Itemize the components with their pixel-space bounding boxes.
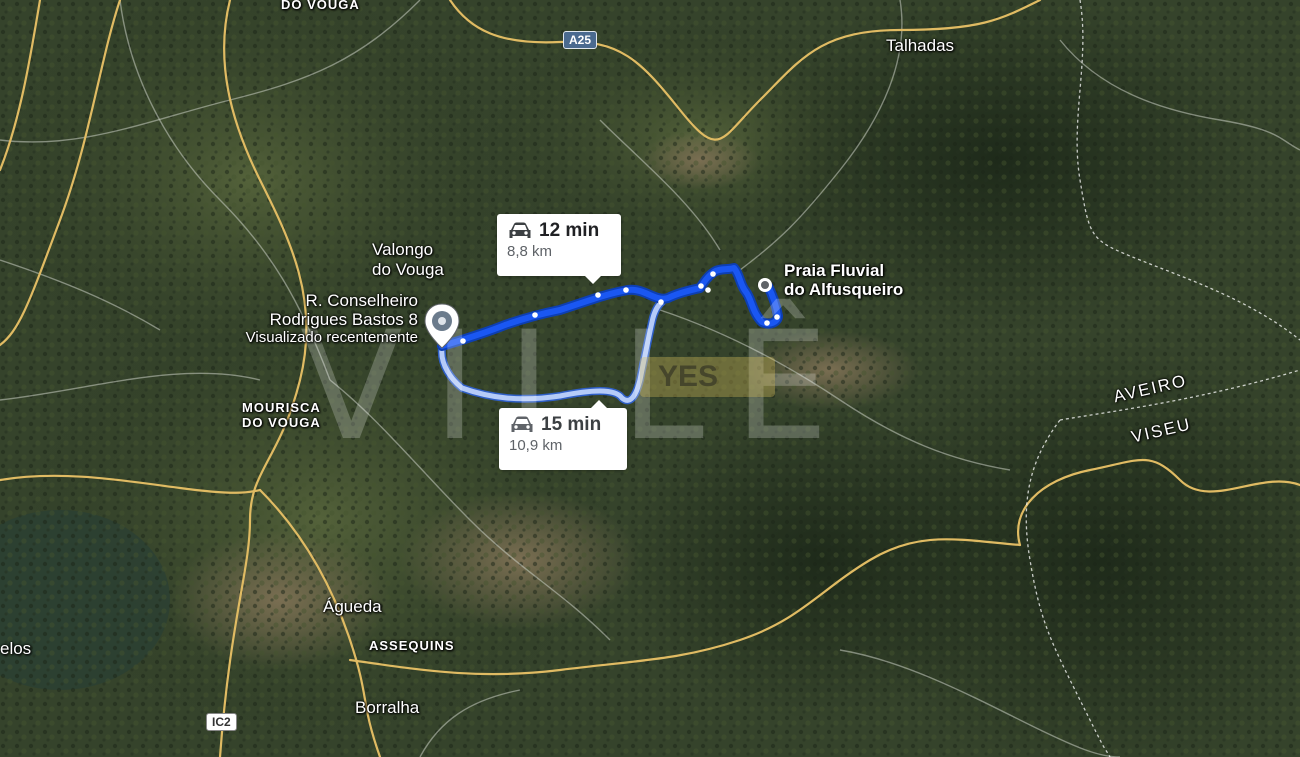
map-pin-icon [424,303,460,349]
town-label-agueda: Águeda [323,597,382,616]
destination-name-line: do Alfusqueiro [784,279,904,299]
bubble-tail [585,276,601,284]
town-label-line: DO VOUGA [242,415,321,431]
town-label-assequins: ASSEQUINS [369,638,455,653]
town-label-line: Valongo [372,240,434,259]
watermark-badge: YES [640,357,775,397]
origin-note: Visualizado recentemente [245,329,418,347]
bubble-tail [591,400,607,408]
car-icon [509,222,531,238]
road-shield-a25: A25 [563,31,598,49]
route-time: 12 min [539,220,600,241]
destination-name-line: Praia Fluvial [784,261,885,280]
town-label-valongo-do-vouga: Valongo do Vouga [372,240,444,279]
car-icon [511,416,533,432]
origin-label[interactable]: R. Conselheiro Rodrigues Bastos 8 Visual… [196,291,418,347]
town-label-line: MOURISCA [242,400,321,415]
route-bubble-primary[interactable]: 12 min 8,8 km [497,214,621,284]
origin-address-line: R. Conselheiro [305,291,418,310]
road-shield-ic2: IC2 [206,713,237,731]
town-label-talhadas: Talhadas [886,36,955,55]
destination-marker[interactable] [757,277,773,293]
origin-marker[interactable] [423,303,461,349]
place-dot-icon [758,278,772,292]
route-distance: 10,9 km [509,437,563,454]
route-time: 15 min [541,414,602,435]
town-label-mourisca-do-vouga: MOURISCA DO VOUGA [242,400,321,431]
destination-label[interactable]: Praia Fluvial do Alfusqueiro [784,261,904,299]
route-distance: 8,8 km [507,243,553,260]
town-label-elos: elos [0,639,32,658]
town-label-line: do Vouga [372,259,444,279]
route-bubble-alternate[interactable]: 15 min 10,9 km [499,400,627,470]
origin-address-line: Rodrigues Bastos 8 [269,309,418,329]
town-label-do-vouga: DO VOUGA [281,0,360,12]
town-label-borralha: Borralha [355,698,420,717]
